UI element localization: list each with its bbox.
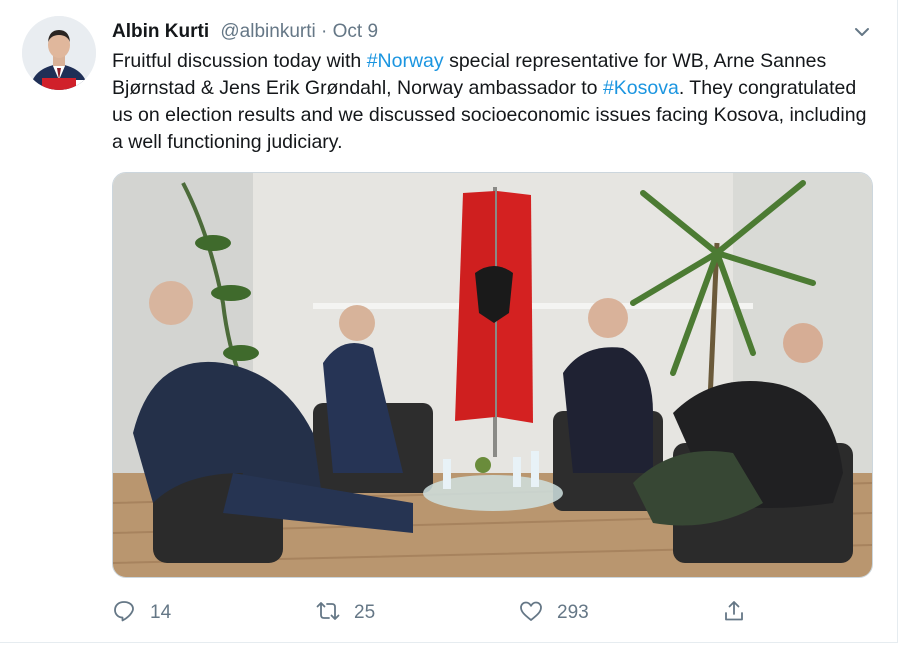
like-icon (519, 599, 543, 628)
tweet-header: Albin Kurti @albinkurti · Oct 9 (112, 20, 378, 44)
author-name[interactable]: Albin Kurti (112, 21, 209, 42)
tweet-text-part: Fruitful discussion today with (112, 50, 367, 72)
tweet[interactable]: Albin Kurti @albinkurti · Oct 9 Fruitful… (0, 0, 898, 643)
retweet-count: 25 (354, 602, 376, 623)
reply-count: 14 (150, 602, 172, 623)
hashtag-kosova[interactable]: #Kosova (603, 77, 679, 99)
share-icon (722, 599, 746, 628)
meeting-photo-illustration (113, 173, 872, 577)
reply-icon (112, 599, 136, 628)
tweet-actions: 14 25 293 (112, 598, 752, 628)
share-button[interactable] (722, 598, 746, 628)
tweet-text: Fruitful discussion today with #Norway s… (112, 48, 872, 156)
hashtag-norway[interactable]: #Norway (367, 50, 444, 72)
tweet-date[interactable]: Oct 9 (333, 21, 378, 42)
retweet-icon (316, 599, 340, 628)
like-count: 293 (557, 602, 589, 623)
reply-button[interactable]: 14 (112, 598, 171, 628)
like-button[interactable]: 293 (519, 598, 589, 628)
retweet-button[interactable]: 25 (316, 598, 375, 628)
avatar[interactable] (22, 16, 96, 90)
tweet-photo[interactable] (112, 172, 873, 578)
author-handle[interactable]: @albinkurti (220, 21, 315, 42)
separator-dot: · (321, 21, 328, 42)
avatar-photo (22, 16, 96, 90)
chevron-down-icon[interactable] (852, 22, 872, 42)
